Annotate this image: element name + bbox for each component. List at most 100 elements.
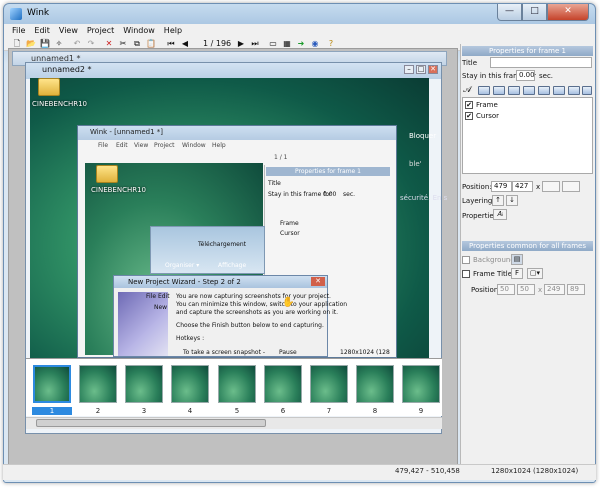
close-button[interactable]: ✕ <box>547 4 589 21</box>
wizard-title: New Project Wizard - Step 2 of 2 <box>114 276 327 288</box>
title-label: Title <box>462 59 478 67</box>
child-maximize-button[interactable]: □ <box>416 65 426 74</box>
captured-title-label: Title <box>268 180 281 187</box>
captured-resolution: 1280x1024 (128 <box>340 349 390 356</box>
frame-layer-label[interactable]: Frame <box>476 101 498 109</box>
layer-up-button[interactable]: ↑ <box>492 195 504 206</box>
filmstrip-scroll-thumb[interactable] <box>36 419 266 427</box>
frame-thumbnail[interactable] <box>310 365 348 403</box>
button-tool-icon[interactable] <box>508 86 520 95</box>
wizard-line-3: and capture the screenshots as you are w… <box>176 309 339 316</box>
frame-thumbnail[interactable] <box>171 365 209 403</box>
common-pos-y-input[interactable]: 50 <box>517 284 535 295</box>
common-properties-header: Properties common for all frames <box>462 241 593 251</box>
cursor-layer-label[interactable]: Cursor <box>476 112 499 120</box>
input-tool-icon[interactable] <box>568 86 580 95</box>
frame-number: 1 <box>32 407 72 415</box>
background-checkbox[interactable] <box>462 256 470 264</box>
font-button[interactable]: F <box>511 268 523 279</box>
captured-frame-counter: 1 / 1 <box>274 154 288 161</box>
menu-help[interactable]: Help <box>164 24 182 37</box>
wizard-line-2: You can minimize this window, switch to … <box>176 301 348 308</box>
frame-number: 2 <box>95 407 101 415</box>
layer-down-button[interactable]: ↓ <box>506 195 518 206</box>
common-position-separator: x <box>538 286 543 294</box>
frame-thumbnail[interactable] <box>125 365 163 403</box>
explorer-organize: Organiser ▾ <box>165 262 200 269</box>
folder-icon <box>38 78 60 96</box>
frame-layer-checkbox[interactable]: ✔ <box>465 101 473 109</box>
captured-menu-edit: Edit <box>116 142 128 149</box>
common-pos-x-input[interactable]: 50 <box>497 284 515 295</box>
captured-menu-window: Window <box>182 142 206 149</box>
menu-view[interactable]: View <box>59 24 78 37</box>
frame-number: 5 <box>234 407 240 415</box>
child-window-title: unnamed2 * <box>42 65 92 74</box>
menu-file[interactable]: File <box>12 24 25 37</box>
menu-bar: File Edit View Project Window Help <box>4 24 595 37</box>
callout-tool-icon[interactable] <box>523 86 535 95</box>
wizard-menu-new: New <box>154 304 168 311</box>
captured-menu-file: File <box>98 142 109 149</box>
width-input[interactable] <box>542 181 560 192</box>
frame-thumbnail[interactable] <box>402 365 440 403</box>
wizard-line-1: You are now capturing screenshots for yo… <box>176 293 331 300</box>
status-resolution: 1280x1024 (1280x1024) <box>491 467 579 475</box>
captured-menu-view: View <box>134 142 149 149</box>
background-text: sécurité. En s <box>400 194 448 202</box>
title-input[interactable] <box>490 57 592 68</box>
background-text: ble' <box>409 160 422 168</box>
captured-properties-head: Properties for frame 1 <box>266 167 390 176</box>
explorer-display: Affichage <box>218 262 247 269</box>
cursor-icon: ✋ <box>282 297 295 308</box>
background-picker-icon[interactable]: ▤ <box>511 254 523 265</box>
frame-number: 9 <box>418 407 424 415</box>
cursor-tool-icon[interactable] <box>478 86 490 95</box>
callout-tool-icon[interactable] <box>538 86 550 95</box>
captured-stay-value: 0.00 <box>323 191 337 198</box>
wink-app-icon <box>10 8 22 20</box>
captured-window-title: Wink - [unnamed1 *] <box>90 128 163 136</box>
stay-duration-input[interactable]: 0.00 <box>516 70 535 81</box>
status-coordinates: 479,427 - 510,458 <box>395 467 460 475</box>
text-properties-icon[interactable]: 𝐴ᵢ <box>493 209 507 220</box>
position-y-input[interactable]: 427 <box>512 181 533 192</box>
frame-thumbnail[interactable] <box>33 365 71 403</box>
captured-menu-help: Help <box>212 142 226 149</box>
height-input[interactable] <box>562 181 580 192</box>
shape-tool-icon[interactable] <box>582 86 592 95</box>
child-minimize-button[interactable]: – <box>404 65 414 74</box>
captured-layer-frame: Frame <box>280 220 299 227</box>
wizard-line-6-key: Pause <box>279 349 297 356</box>
image-tool-icon[interactable] <box>493 86 505 95</box>
wizard-line-6: To take a screen snapshot - <box>183 349 265 356</box>
menu-project[interactable]: Project <box>87 24 114 37</box>
menu-edit[interactable]: Edit <box>34 24 50 37</box>
menu-window[interactable]: Window <box>123 24 155 37</box>
title-bar[interactable]: Wink — □ ✕ <box>4 4 595 24</box>
frame-thumbnail[interactable] <box>356 365 394 403</box>
captured-desktop-icon-label: CINEBENCHR10 <box>91 186 146 194</box>
explorer-breadcrumb: Téléchargement <box>198 241 247 248</box>
link-tool-icon[interactable] <box>553 86 565 95</box>
child-close-button[interactable]: ✕ <box>428 65 438 74</box>
maximize-button[interactable]: □ <box>522 4 547 21</box>
position-x-input[interactable]: 479 <box>491 181 512 192</box>
seconds-label: sec. <box>539 72 554 80</box>
common-height-input[interactable]: 89 <box>567 284 585 295</box>
color-dropdown-icon[interactable]: ▢▾ <box>527 268 543 279</box>
frame-number: 7 <box>326 407 332 415</box>
captured-sec-label: sec. <box>343 191 356 198</box>
text-tool-icon[interactable]: 𝒜 <box>463 85 472 95</box>
background-label[interactable]: Background <box>473 256 515 264</box>
minimize-button[interactable]: — <box>497 4 522 21</box>
frame-thumbnail[interactable] <box>264 365 302 403</box>
folder-icon <box>96 165 118 183</box>
cursor-layer-checkbox[interactable]: ✔ <box>465 112 473 120</box>
frame-thumbnail[interactable] <box>218 365 256 403</box>
frame-titles-checkbox[interactable] <box>462 270 470 278</box>
frame-counter: 1 / 196 <box>203 39 232 48</box>
common-width-input[interactable]: 249 <box>544 284 565 295</box>
frame-titles-label[interactable]: Frame Titles <box>473 270 516 278</box>
frame-thumbnail[interactable] <box>79 365 117 403</box>
